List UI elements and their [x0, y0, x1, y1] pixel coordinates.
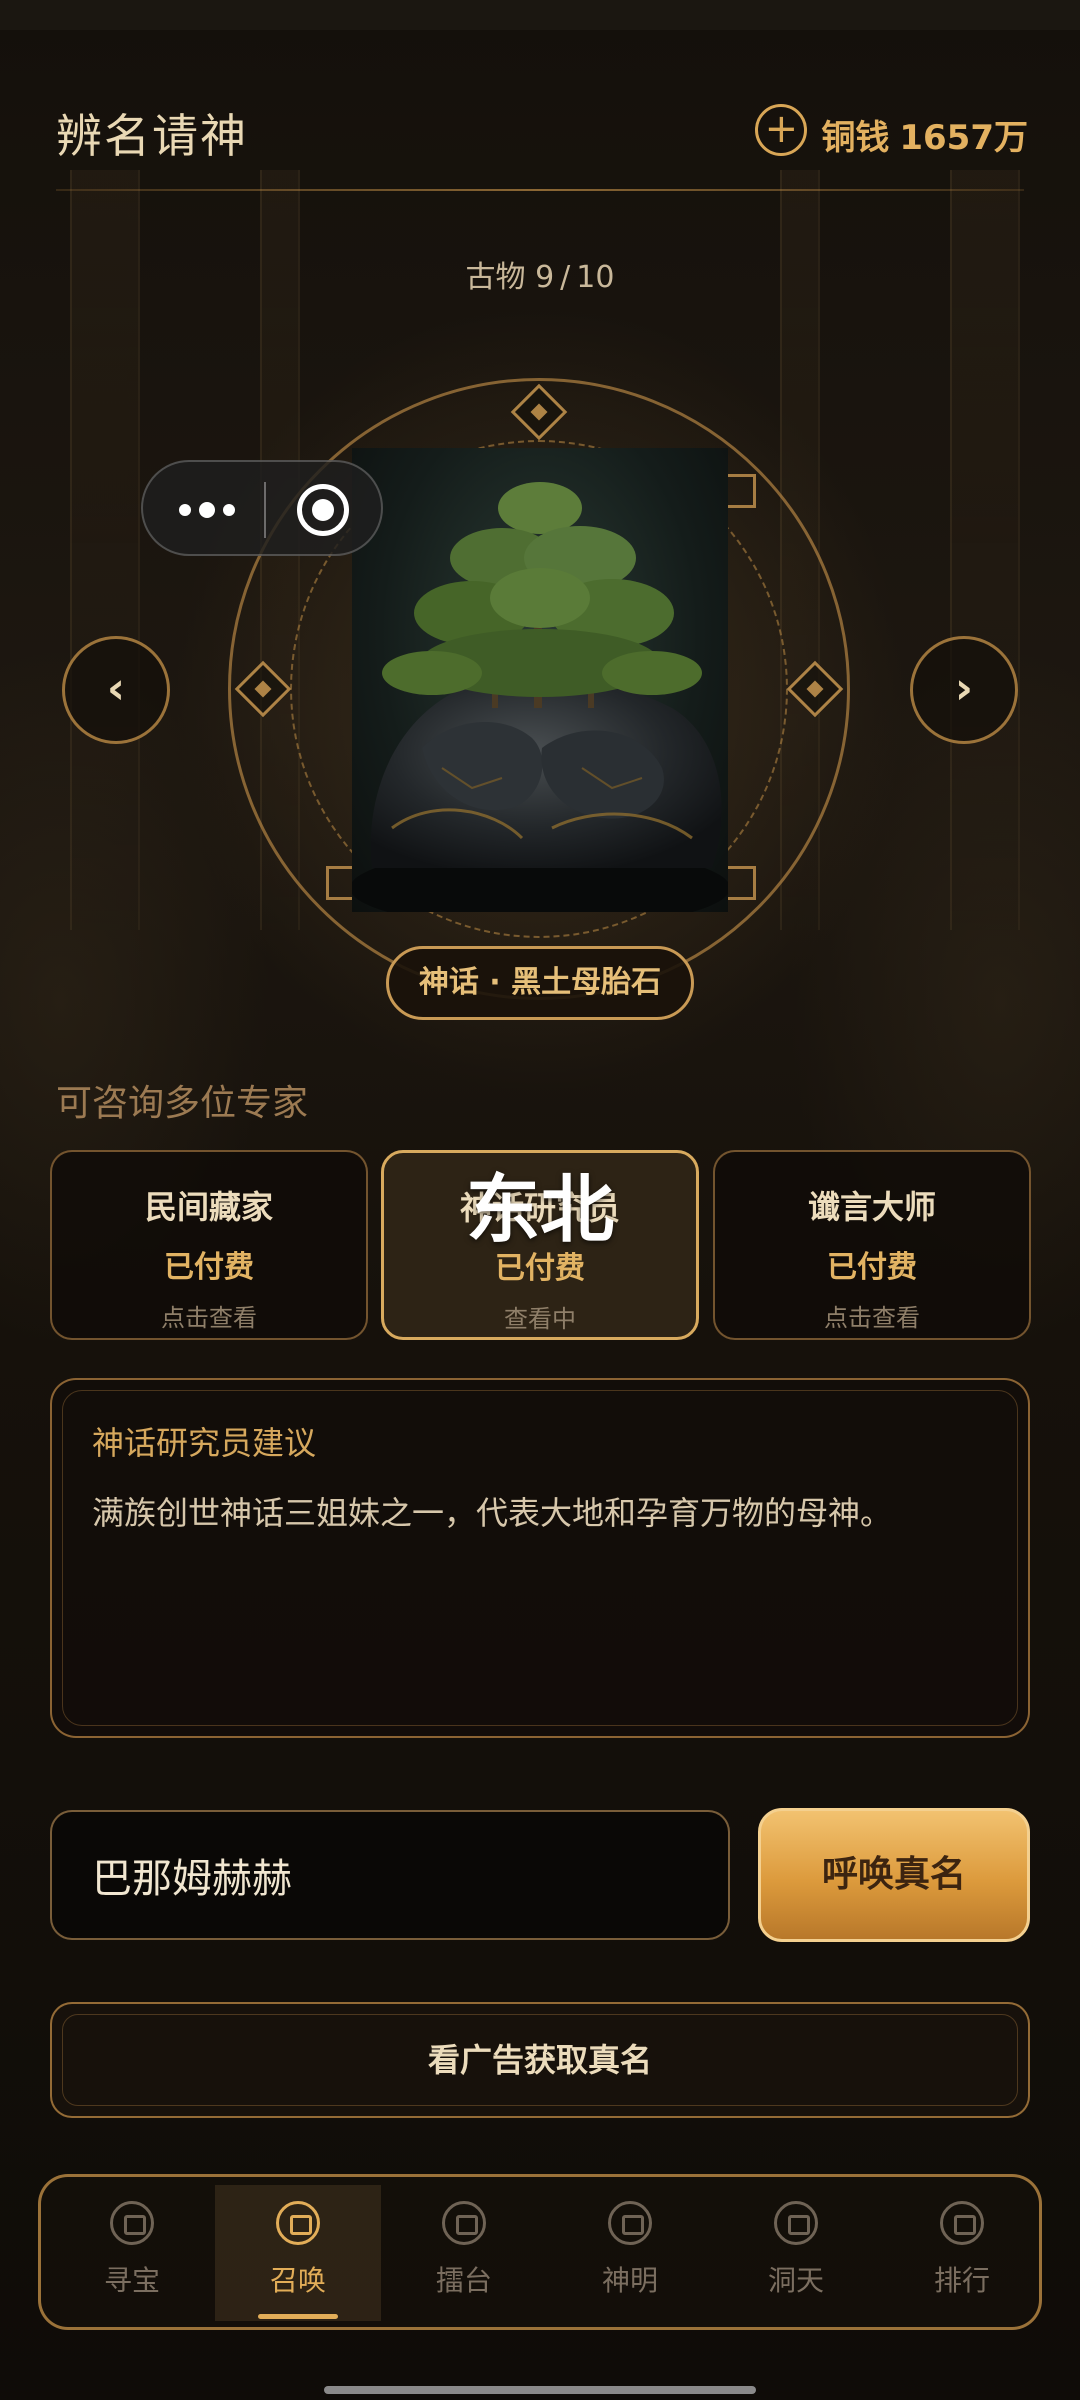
- counter-separator: /: [560, 260, 571, 295]
- tab-label: 神明: [601, 2264, 658, 2297]
- tab-label: 擂台: [435, 2264, 492, 2297]
- plus-circle-icon[interactable]: +: [755, 103, 808, 156]
- expert-status: 已付费: [495, 1251, 585, 1286]
- counter-index: 9: [535, 260, 555, 295]
- tab-cave[interactable]: 洞天: [713, 2185, 879, 2321]
- advice-text: 满族创世神话三姐妹之一，代表大地和孕育万物的母神。: [92, 1494, 893, 1532]
- tab-label: 寻宝: [103, 2264, 160, 2297]
- status-bar: [0, 0, 1080, 30]
- coin-balance: + 铜钱 1657万: [755, 103, 1028, 159]
- expert-card-folk-collector[interactable]: 民间藏家 已付费 点击查看: [50, 1150, 368, 1340]
- expert-name: 谶言大师: [807, 1188, 936, 1226]
- coin-amount: 1657万: [899, 118, 1028, 158]
- counter-total: 10: [576, 260, 615, 295]
- miniprogram-capsule: [141, 460, 383, 556]
- tab-treasure[interactable]: 寻宝: [49, 2185, 215, 2321]
- deity-icon: [608, 2201, 652, 2245]
- ranking-icon: [940, 2201, 984, 2245]
- expert-action: 查看中: [504, 1305, 576, 1333]
- expert-card-myth-researcher[interactable]: 神话研究员 已付费 查看中: [381, 1150, 699, 1340]
- tab-label: 召唤: [269, 2264, 326, 2297]
- experts-heading: 可咨询多位专家: [56, 1083, 309, 1124]
- expert-action: 点击查看: [824, 1304, 920, 1332]
- target-circle-icon[interactable]: [297, 484, 349, 536]
- expert-card-prophecy-master[interactable]: 谶言大师 已付费 点击查看: [713, 1150, 1031, 1340]
- watch-ad-button[interactable]: 看广告获取真名: [50, 2002, 1030, 2118]
- treasure-icon: [110, 2201, 154, 2245]
- more-dots-icon[interactable]: [177, 498, 237, 522]
- summon-icon: [276, 2201, 320, 2245]
- capsule-divider: [264, 482, 266, 538]
- active-tab-indicator: [258, 2314, 338, 2319]
- header-divider: [56, 189, 1024, 191]
- cave-icon: [774, 2201, 818, 2245]
- tab-ranking[interactable]: 排行: [879, 2185, 1045, 2321]
- summon-button[interactable]: 呼唤真名: [758, 1808, 1030, 1942]
- artifact-illustration: [352, 482, 728, 912]
- expert-status: 已付费: [827, 1250, 917, 1285]
- coin-label: 铜钱: [821, 118, 890, 158]
- bottom-tab-bar: 寻宝 召唤 擂台 神明 洞天 排行: [38, 2174, 1042, 2330]
- artifact-counter: 古物 9/10: [0, 252, 1080, 296]
- advice-panel: 神话研究员建议 满族创世神话三姐妹之一，代表大地和孕育万物的母神。: [50, 1378, 1030, 1738]
- page-title: 辨名请神: [56, 109, 248, 163]
- advice-title: 神话研究员建议: [92, 1424, 317, 1462]
- arena-icon: [442, 2201, 486, 2245]
- tab-label: 洞天: [767, 2264, 824, 2297]
- tab-arena[interactable]: 擂台: [381, 2185, 547, 2321]
- expert-name: 神话研究员: [459, 1189, 620, 1227]
- expert-status: 已付费: [164, 1250, 254, 1285]
- tab-deity[interactable]: 神明: [547, 2185, 713, 2321]
- home-indicator[interactable]: [324, 2386, 756, 2394]
- prev-artifact-button[interactable]: ‹: [62, 636, 170, 744]
- counter-prefix: 古物: [465, 260, 526, 295]
- expert-name: 民间藏家: [144, 1188, 273, 1226]
- true-name-input[interactable]: [50, 1810, 730, 1940]
- artifact-name-badge: 神话 · 黑土母胎石: [386, 946, 694, 1020]
- artifact-image: [352, 448, 728, 912]
- expert-action: 点击查看: [161, 1304, 257, 1332]
- next-artifact-button[interactable]: ›: [910, 636, 1018, 744]
- tab-label: 排行: [933, 2264, 990, 2297]
- tab-summon[interactable]: 召唤: [215, 2185, 381, 2321]
